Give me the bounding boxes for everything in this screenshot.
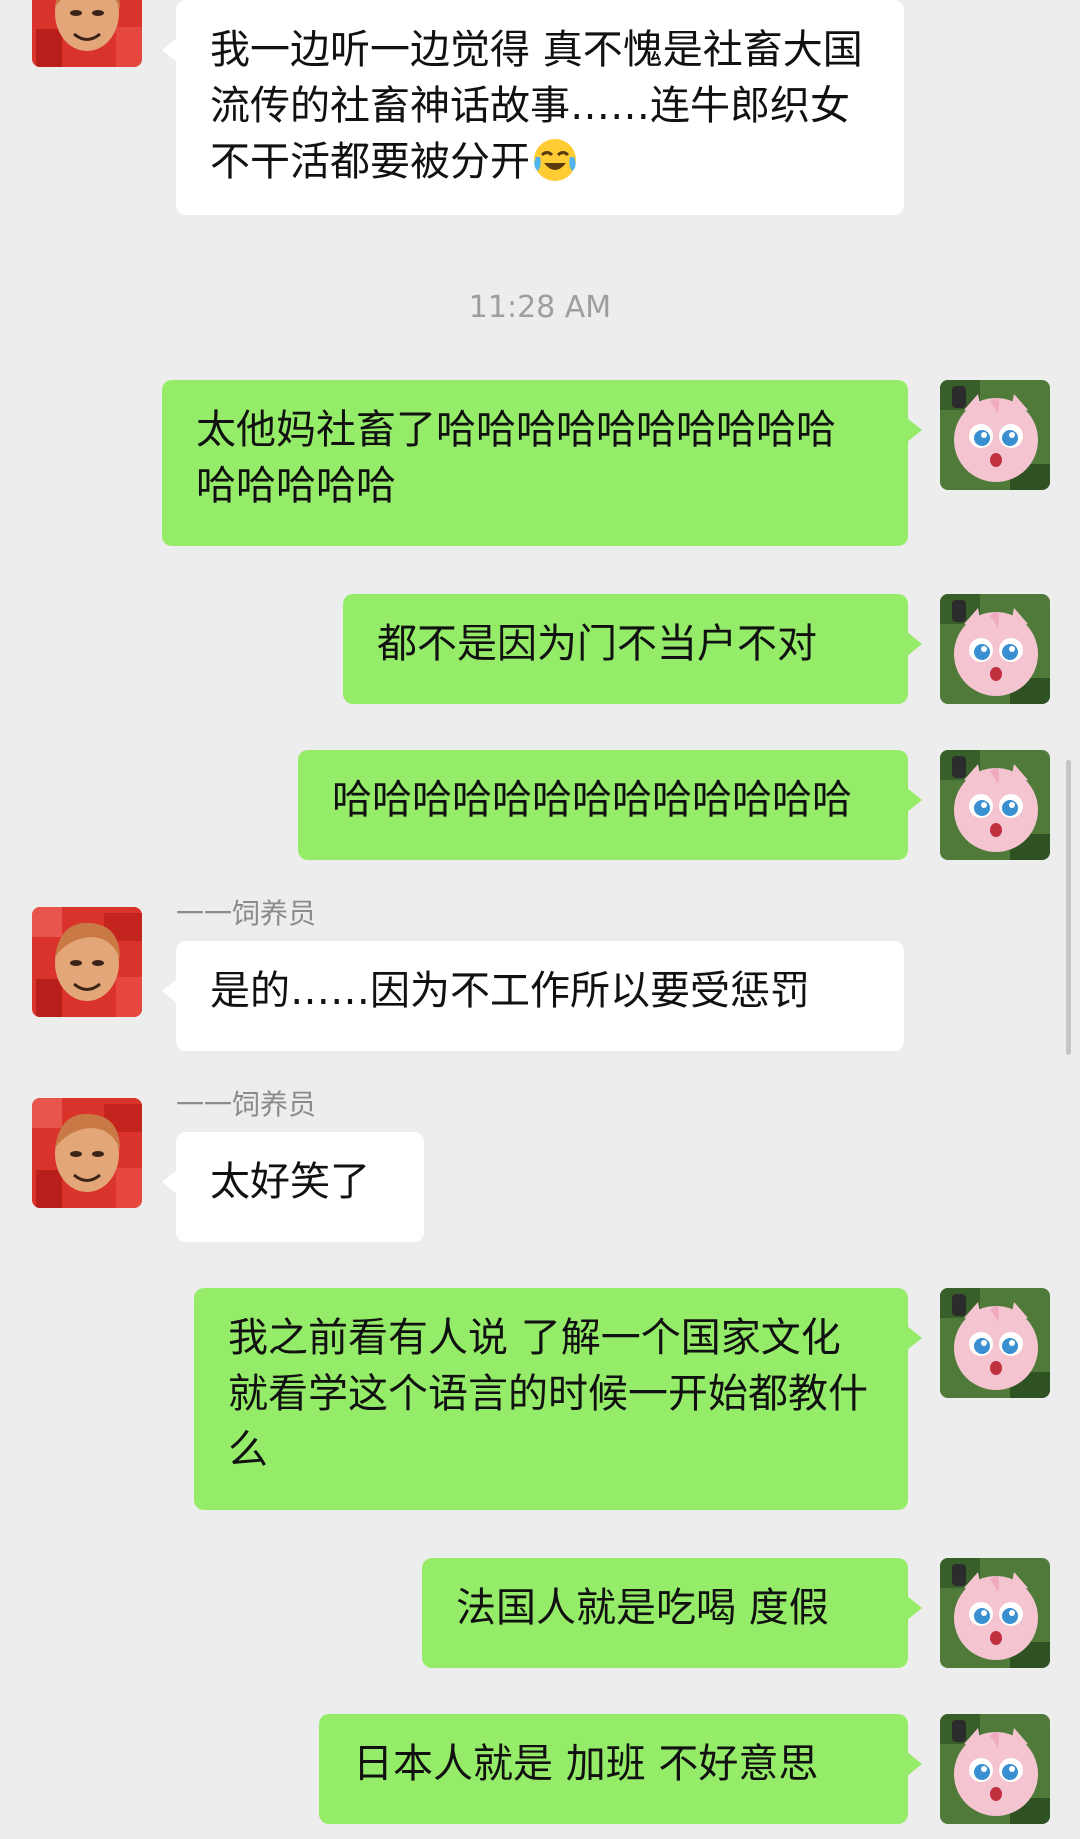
message-bubble-sent[interactable]: 太他妈社畜了哈哈哈哈哈哈哈哈哈哈哈哈哈哈哈 (162, 380, 922, 546)
message-text: 法国人就是吃喝 度假 (456, 1585, 829, 1631)
message-timestamp: 11:28 AM (468, 290, 612, 325)
self-avatar[interactable] (940, 380, 1050, 490)
message-text: 都不是因为门不当户不对 (377, 621, 817, 667)
contact-avatar[interactable] (32, 1098, 142, 1208)
self-avatar[interactable] (940, 750, 1050, 860)
scrollbar[interactable] (1066, 760, 1071, 1055)
self-avatar[interactable] (940, 1288, 1050, 1398)
message-text: 是的……因为不工作所以要受惩罚 (210, 968, 810, 1014)
message-text: 太他妈社畜了哈哈哈哈哈哈哈哈哈哈哈哈哈哈哈 (196, 407, 836, 509)
contact-avatar[interactable] (32, 0, 142, 67)
message-bubble-sent[interactable]: 都不是因为门不当户不对 (343, 594, 922, 704)
self-avatar[interactable] (940, 1714, 1050, 1824)
self-avatar[interactable] (940, 1558, 1050, 1668)
sender-name: 一一饲养员 (176, 1088, 317, 1121)
sender-name: 一一饲养员 (176, 897, 317, 930)
message-bubble-sent[interactable]: 日本人就是 加班 不好意思 (319, 1714, 922, 1824)
message-bubble-sent[interactable]: 哈哈哈哈哈哈哈哈哈哈哈哈哈 (298, 750, 922, 860)
tears-of-joy-icon (532, 137, 578, 183)
message-text: 哈哈哈哈哈哈哈哈哈哈哈哈哈 (332, 777, 852, 823)
message-bubble-received[interactable]: 我一边听一边觉得 真不愧是社畜大国流传的社畜神话故事……连牛郎织女不干活都要被分… (162, 0, 904, 215)
message-text: 我之前看有人说 了解一个国家文化 就看学这个语言的时候一开始都教什么 (228, 1315, 868, 1473)
message-text: 日本人就是 加班 不好意思 (353, 1741, 819, 1787)
message-bubble-sent[interactable]: 法国人就是吃喝 度假 (422, 1558, 922, 1668)
contact-avatar[interactable] (32, 907, 142, 1017)
chat-area[interactable]: 我一边听一边觉得 真不愧是社畜大国流传的社畜神话故事……连牛郎织女不干活都要被分… (0, 0, 1080, 1839)
message-text: 太好笑了 (210, 1159, 370, 1205)
message-bubble-received[interactable]: 是的……因为不工作所以要受惩罚 (162, 941, 904, 1051)
message-bubble-received[interactable]: 太好笑了 (162, 1132, 424, 1242)
self-avatar[interactable] (940, 594, 1050, 704)
message-bubble-sent[interactable]: 我之前看有人说 了解一个国家文化 就看学这个语言的时候一开始都教什么 (194, 1288, 922, 1510)
